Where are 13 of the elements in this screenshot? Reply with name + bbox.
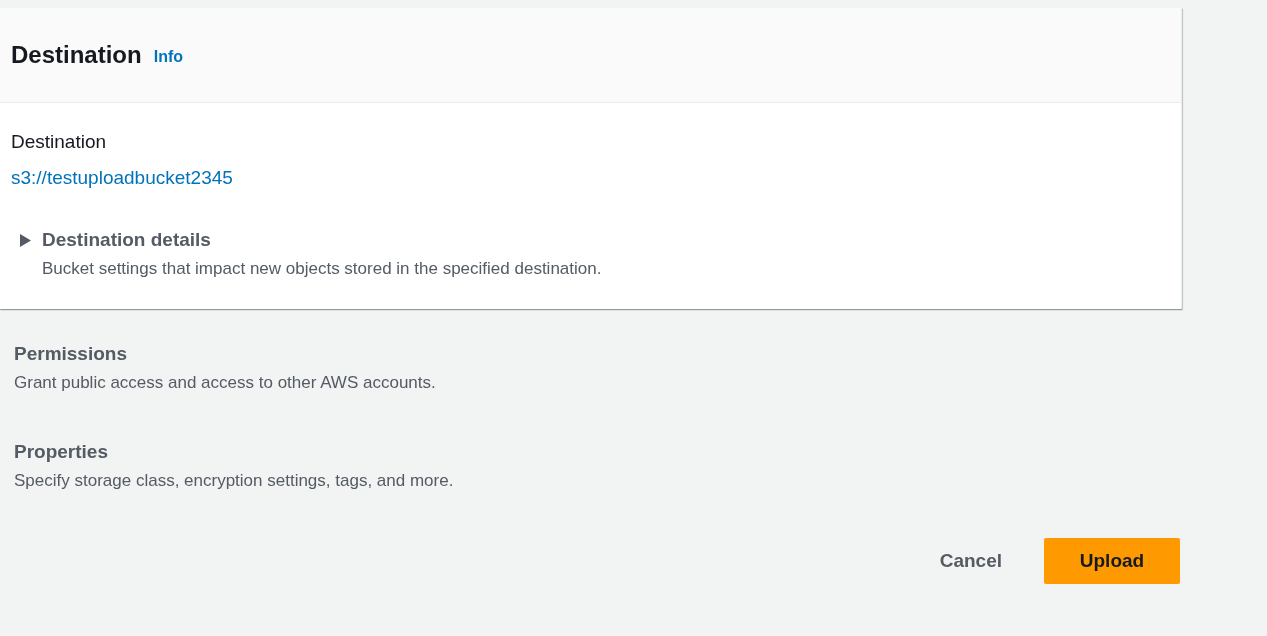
cancel-button[interactable]: Cancel: [917, 538, 1024, 584]
upload-button[interactable]: Upload: [1044, 538, 1180, 584]
section-heading[interactable]: Properties: [14, 441, 1267, 463]
section-heading[interactable]: Permissions: [14, 343, 1267, 365]
expander-title[interactable]: Destination details: [42, 229, 602, 251]
expand-caret-icon[interactable]: [19, 233, 32, 248]
expander-description: Bucket settings that impact new objects stored in the specified destination.: [42, 259, 602, 279]
section-description: Specify storage class, encryption settings, tags, and more.: [14, 471, 455, 491]
section-title: Destination: [11, 41, 142, 69]
section-description: Grant public access and access to other AWS accounts.: [14, 373, 437, 393]
bucket-link[interactable]: s3://testuploadbucket2345: [11, 167, 233, 189]
field-label: Destination: [11, 131, 108, 153]
info-link[interactable]: Info: [153, 48, 183, 66]
